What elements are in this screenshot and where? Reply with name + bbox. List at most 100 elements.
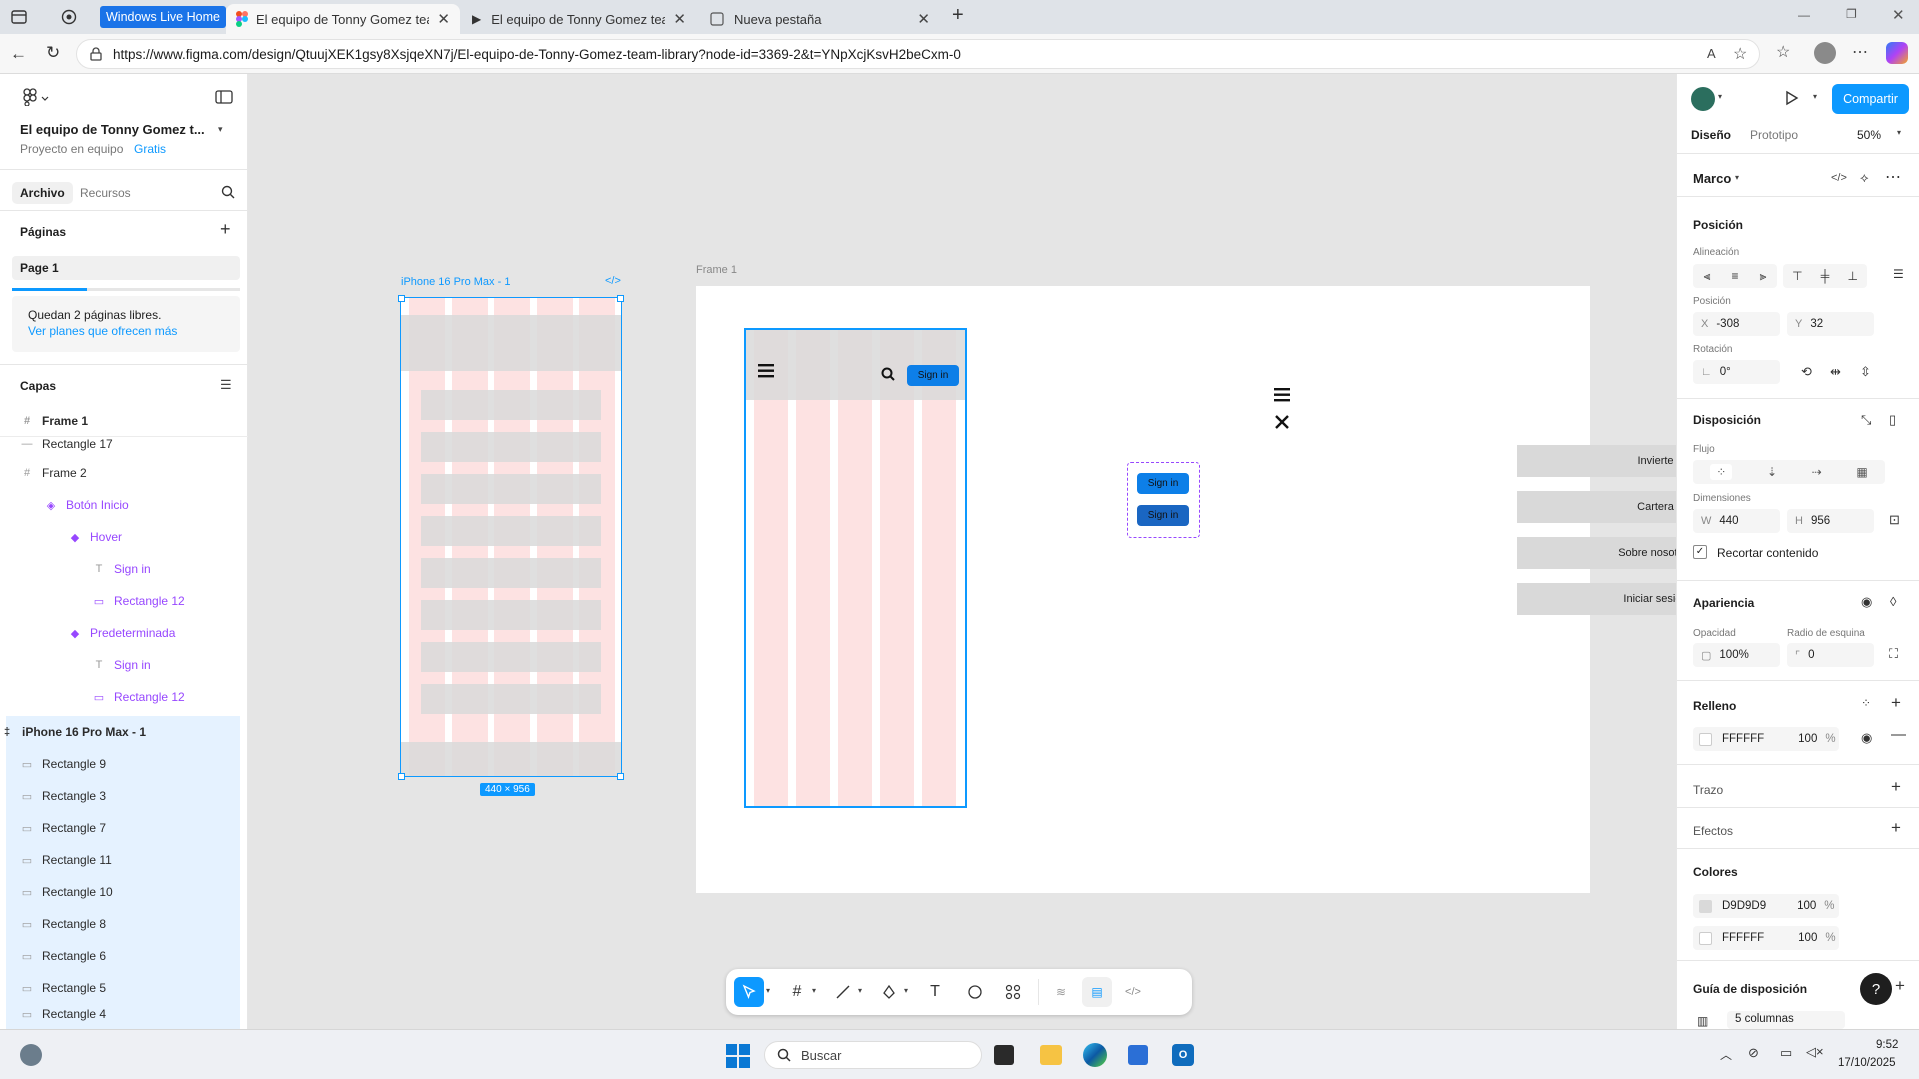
flow-grid-icon[interactable]: ▦	[1856, 465, 1867, 479]
canvas[interactable]: iPhone 16 Pro Max - 1 </> 440 × 956 Fram…	[248, 74, 1794, 1029]
flow-vertical-icon[interactable]: ⇣	[1767, 465, 1777, 479]
chevron-down-icon[interactable]: ▾	[1813, 92, 1817, 101]
layer-frame-2[interactable]: # Frame 2	[20, 458, 260, 488]
dev-mode-icon[interactable]: </>	[1118, 977, 1148, 1007]
chevron-down-icon[interactable]: ▾	[858, 986, 862, 995]
layer-rectangle-6[interactable]: ▭ Rectangle 6	[20, 941, 260, 971]
clock-time[interactable]: 9:52	[1876, 1039, 1898, 1051]
tray-chevron-icon[interactable]: ︿	[1720, 1046, 1732, 1063]
clip-checkbox[interactable]: ✓	[1693, 545, 1707, 559]
frame-tool-icon[interactable]: #	[782, 977, 812, 1007]
align-right-icon[interactable]: ⫸	[1760, 269, 1767, 284]
layer-rectangle-7[interactable]: ▭ Rectangle 7	[20, 813, 260, 843]
frame-type[interactable]: Marco	[1693, 171, 1731, 186]
align-left-icon[interactable]: ⫷	[1704, 269, 1711, 284]
fill-visibility-icon[interactable]: ◉	[1861, 730, 1872, 746]
taskbar-search[interactable]: Buscar	[764, 1041, 982, 1069]
network-icon[interactable]: ⊘	[1748, 1045, 1759, 1061]
flow-horizontal-icon[interactable]: ⇢	[1812, 465, 1822, 479]
code-icon[interactable]: </>	[1831, 172, 1847, 184]
tab-figma-2[interactable]: ▶ El equipo de Tonny Gomez team l ✕	[462, 4, 696, 34]
volume-icon[interactable]: ◁×	[1806, 1044, 1824, 1060]
width-field[interactable]: W 440	[1693, 509, 1780, 533]
grid-select[interactable]: 5 columnas	[1727, 1011, 1845, 1029]
resize-to-fit-icon[interactable]: ⊡	[1889, 512, 1900, 528]
height-field[interactable]: H 956	[1787, 509, 1874, 533]
favorite-star-icon[interactable]: ☆	[1733, 44, 1747, 64]
rotate-icon[interactable]: ⟲	[1801, 364, 1812, 380]
add-grid-icon[interactable]: +	[1895, 976, 1905, 996]
frame-1[interactable]: Sign in Sign in Sign in	[696, 286, 1590, 893]
design-mode-icon[interactable]: ▤	[1082, 977, 1112, 1007]
radius-field[interactable]: ⌜ 0	[1787, 643, 1874, 667]
figma-menu-icon[interactable]	[22, 88, 52, 106]
sign-in-variant-default[interactable]: Sign in	[1137, 505, 1189, 526]
plans-link[interactable]: Ver planes que ofrecen más	[28, 324, 177, 338]
color-row[interactable]: D9D9D9 100 %	[1693, 894, 1839, 918]
text-tool-icon[interactable]: T	[920, 977, 950, 1007]
layer-rectangle-4[interactable]: ▭ Rectangle 4	[20, 999, 260, 1029]
x-field[interactable]: X -308	[1693, 312, 1780, 336]
close-icon[interactable]	[1275, 415, 1289, 429]
fill-swatch[interactable]	[1699, 732, 1712, 746]
resize-handle[interactable]	[617, 295, 624, 302]
menu-hamburger-icon[interactable]	[1274, 388, 1290, 402]
battery-icon[interactable]: ▭	[1780, 1045, 1792, 1061]
collapse-icon[interactable]: ⤡	[1861, 412, 1871, 428]
flip-vertical-icon[interactable]: ⇳	[1860, 364, 1871, 380]
zoom-level[interactable]: 50%	[1857, 128, 1881, 142]
iphone-frame-label[interactable]: iPhone 16 Pro Max - 1	[401, 276, 510, 288]
tab-figma-active[interactable]: El equipo de Tonny Gomez team l ✕	[226, 4, 460, 34]
search-icon[interactable]	[221, 185, 235, 199]
reload-icon[interactable]: ↻	[46, 43, 60, 63]
color-swatch[interactable]	[1699, 931, 1712, 945]
independent-corners-icon[interactable]: ⛶	[1889, 646, 1898, 662]
blend-icon[interactable]: ◊	[1890, 594, 1896, 609]
layers-list-icon[interactable]: ☰	[220, 377, 232, 393]
eye-icon[interactable]: ◉	[1861, 594, 1872, 610]
add-stroke-icon[interactable]: +	[1891, 777, 1901, 797]
tab-recursos[interactable]: Recursos	[80, 186, 131, 200]
favorites-icon[interactable]: ☆	[1776, 42, 1790, 62]
sign-in-variant-hover[interactable]: Sign in	[1137, 473, 1189, 494]
chevron-down-icon[interactable]: ▾	[1897, 128, 1901, 137]
flip-horizontal-icon[interactable]: ⇹	[1830, 364, 1841, 380]
page-item[interactable]: Page 1	[12, 256, 240, 280]
file-explorer-icon[interactable]	[1040, 1045, 1062, 1065]
auto-layout-icon[interactable]: ▯	[1889, 412, 1896, 428]
fill-field[interactable]: FFFFFF 100 %	[1693, 727, 1839, 751]
hamburger-icon[interactable]	[758, 364, 774, 378]
close-icon[interactable]: ✕	[917, 10, 930, 28]
layer-rectangle-9[interactable]: ▭ Rectangle 9	[20, 749, 260, 779]
line-tool-icon[interactable]	[828, 977, 858, 1007]
window-close-icon[interactable]: ✕	[1892, 6, 1905, 24]
minimize-icon[interactable]: —	[1798, 8, 1810, 22]
color-swatch[interactable]	[1699, 899, 1712, 913]
iphone-frame[interactable]	[400, 297, 622, 777]
styles-icon[interactable]: ⁘	[1861, 696, 1871, 710]
resize-handle[interactable]	[398, 295, 405, 302]
align-center-icon[interactable]: ≡	[1731, 269, 1738, 283]
new-tab-button[interactable]: +	[952, 4, 964, 27]
layer-iphone-16[interactable]: ‡ iPhone 16 Pro Max - 1	[0, 717, 240, 747]
flow-free-icon[interactable]: ⁘	[1710, 464, 1733, 480]
layer-rectangle-8[interactable]: ▭ Rectangle 8	[20, 909, 260, 939]
components-tool-icon[interactable]	[998, 977, 1028, 1007]
resize-handle[interactable]	[398, 773, 405, 780]
widgets-icon[interactable]	[20, 1044, 42, 1066]
draw-mode-icon[interactable]: ≋	[1046, 977, 1076, 1007]
rotation-field[interactable]: ∟ 0°	[1693, 360, 1780, 384]
back-icon[interactable]: ←	[10, 44, 27, 64]
edge-icon[interactable]	[1083, 1043, 1107, 1067]
pen-tool-icon[interactable]	[874, 977, 904, 1007]
tab-prototype[interactable]: Prototipo	[1750, 128, 1798, 142]
restore-icon[interactable]: ❐	[1846, 7, 1857, 21]
clock-date[interactable]: 17/10/2025	[1838, 1057, 1896, 1069]
opacity-field[interactable]: ▢ 100%	[1693, 643, 1780, 667]
profile-avatar[interactable]	[1814, 42, 1836, 64]
mobile-frame[interactable]: Sign in	[744, 328, 967, 808]
close-icon[interactable]: ✕	[673, 10, 686, 28]
toggle-sidebar-icon[interactable]	[215, 89, 233, 105]
layer-rectangle-3[interactable]: ▭ Rectangle 3	[20, 781, 260, 811]
project-name[interactable]: Proyecto en equipo	[20, 142, 123, 156]
